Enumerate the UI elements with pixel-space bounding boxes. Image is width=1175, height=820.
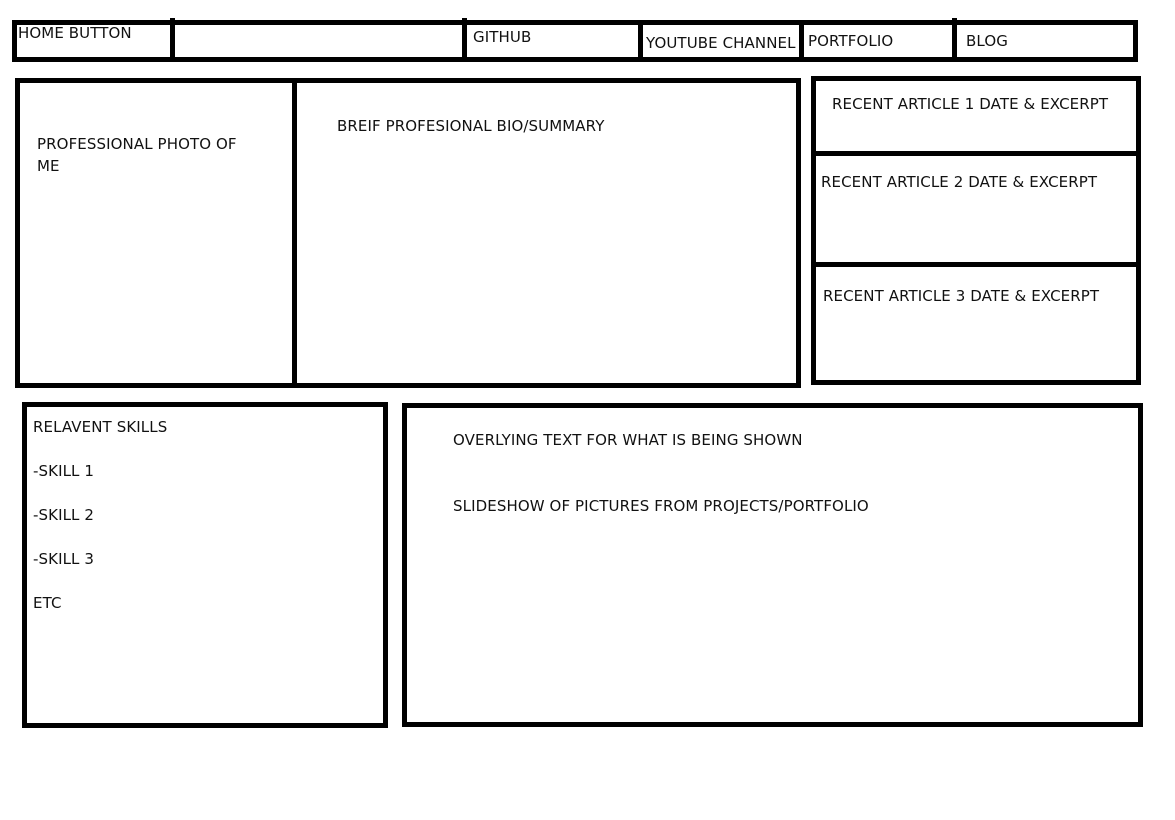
- recent-article-3[interactable]: RECENT ARTICLE 3 DATE & EXCERPT: [823, 285, 1103, 307]
- nav-divider: [170, 18, 175, 62]
- nav-divider: [462, 18, 467, 62]
- slideshow-panel[interactable]: [402, 403, 1143, 727]
- professional-photo-placeholder: PROFESSIONAL PHOTO OF ME: [37, 135, 242, 175]
- hero-divider: [292, 80, 297, 386]
- youtube-channel-link[interactable]: YOUTUBE CHANNEL: [646, 32, 796, 54]
- nav-divider: [952, 18, 957, 62]
- slideshow-overlay-text: OVERLYING TEXT FOR WHAT IS BEING SHOWN: [453, 431, 803, 449]
- home-button[interactable]: HOME BUTTON: [18, 22, 132, 44]
- skill-item: -SKILL 2: [33, 506, 95, 524]
- skill-item: -SKILL 3: [33, 550, 95, 568]
- article-divider: [813, 151, 1139, 156]
- bio-summary: BREIF PROFESIONAL BIO/SUMMARY: [337, 117, 605, 135]
- recent-article-1[interactable]: RECENT ARTICLE 1 DATE & EXCERPT: [832, 93, 1112, 115]
- skill-item: ETC: [33, 594, 62, 612]
- portfolio-link[interactable]: PORTFOLIO: [808, 30, 893, 52]
- nav-divider: [799, 22, 804, 60]
- blog-link[interactable]: BLOG: [966, 30, 1008, 52]
- article-divider: [813, 262, 1139, 267]
- skills-title: RELAVENT SKILLS: [33, 418, 168, 436]
- skill-item: -SKILL 1: [33, 462, 95, 480]
- github-link[interactable]: GITHUB: [473, 26, 531, 48]
- nav-divider: [638, 22, 643, 60]
- recent-articles-panel: [811, 76, 1141, 385]
- recent-article-2[interactable]: RECENT ARTICLE 2 DATE & EXCERPT: [821, 171, 1101, 193]
- slideshow-caption: SLIDESHOW OF PICTURES FROM PROJECTS/PORT…: [453, 497, 869, 515]
